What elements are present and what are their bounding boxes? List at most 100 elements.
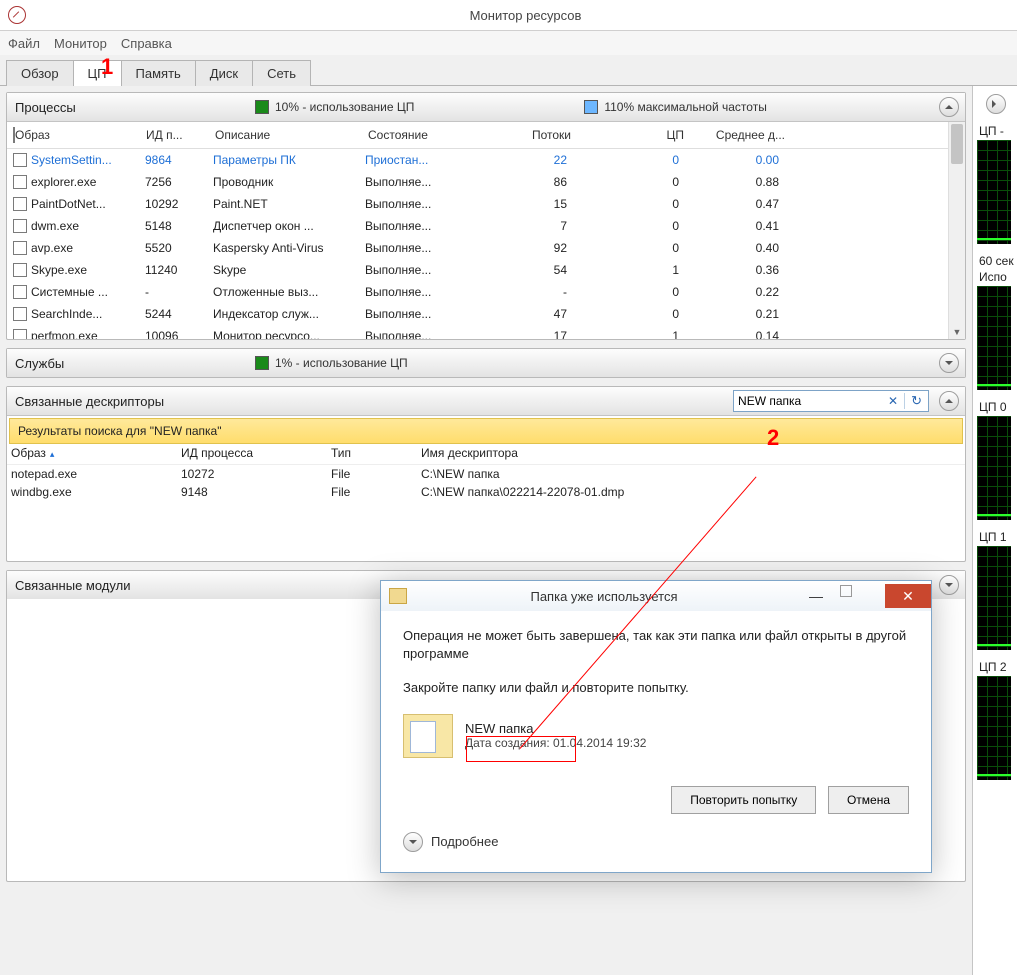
dialog-minimize-button[interactable]: — xyxy=(793,584,839,608)
dialog-message-2: Закройте папку или файл и повторите попы… xyxy=(403,679,909,697)
dialog-folder-name: NEW папка xyxy=(465,721,646,736)
tab-network[interactable]: Сеть xyxy=(252,60,311,86)
col-desc[interactable]: Описание xyxy=(209,122,362,148)
services-collapse-button[interactable] xyxy=(939,353,959,373)
cpu2-graph xyxy=(977,676,1011,780)
search-clear-icon[interactable]: ✕ xyxy=(882,394,904,408)
process-row[interactable]: avp.exe5520Kaspersky Anti-VirusВыполняе.… xyxy=(7,237,948,259)
menu-monitor[interactable]: Монитор xyxy=(54,36,107,51)
dialog-title: Папка уже используется xyxy=(415,589,793,604)
col-pid[interactable]: ИД п... xyxy=(140,122,209,148)
modules-collapse-button[interactable] xyxy=(939,575,959,595)
col-avg[interactable]: Среднее д... xyxy=(691,122,792,148)
row-checkbox[interactable] xyxy=(13,263,27,277)
app-icon xyxy=(8,6,26,24)
col-cpu[interactable]: ЦП xyxy=(578,122,691,148)
handles-search-box: ✕ ↻ xyxy=(733,390,929,412)
dialog-titlebar[interactable]: Папка уже используется — ✕ xyxy=(381,581,931,611)
annotation-highlight-box xyxy=(466,736,576,762)
tabstrip: Обзор ЦП Память Диск Сеть xyxy=(0,55,1017,86)
side-graphs: ЦП - 60 сек Испо ЦП 0 ЦП 1 ЦП 2 xyxy=(972,86,1017,975)
hcol-type[interactable]: Тип xyxy=(331,446,421,460)
processes-header-row: Образ ИД п... Описание Состояние Потоки … xyxy=(7,122,948,149)
dialog-retry-button[interactable]: Повторить попытку xyxy=(671,786,816,814)
row-checkbox[interactable] xyxy=(13,219,27,233)
side-cpu0-label: ЦП 0 xyxy=(979,400,1017,414)
row-checkbox[interactable] xyxy=(13,307,27,321)
col-threads[interactable]: Потоки xyxy=(465,122,578,148)
tab-cpu[interactable]: ЦП xyxy=(73,60,122,86)
handles-search-input[interactable] xyxy=(734,391,882,411)
cpu-usage-label: 10% - использование ЦП xyxy=(275,100,414,114)
process-row[interactable]: dwm.exe5148Диспетчер окон ...Выполняе...… xyxy=(7,215,948,237)
handles-body: notepad.exe10272FileC:\NEW папкаwindbg.e… xyxy=(7,465,965,501)
hcol-pid[interactable]: ИД процесса xyxy=(181,446,331,460)
dialog-cancel-button[interactable]: Отмена xyxy=(828,786,909,814)
processes-panel: Процессы 10% - использование ЦП 110% мак… xyxy=(6,92,966,340)
processes-panel-header[interactable]: Процессы 10% - использование ЦП 110% мак… xyxy=(7,93,965,122)
col-state[interactable]: Состояние xyxy=(362,122,465,148)
resource-monitor-window: Монитор ресурсов Файл Монитор Справка Об… xyxy=(0,0,1017,975)
cpu0-graph xyxy=(977,416,1011,520)
hcol-name[interactable]: Имя дескриптора xyxy=(421,446,961,460)
folder-in-use-dialog: Папка уже используется — ✕ Операция не м… xyxy=(380,580,932,873)
services-cpu-label: 1% - использование ЦП xyxy=(275,356,408,370)
col-image[interactable]: Образ xyxy=(15,128,50,142)
hcol-image[interactable]: Образ xyxy=(11,446,181,460)
process-row[interactable]: perfmon.exe10096Монитор ресурсо...Выполн… xyxy=(7,325,948,339)
handles-collapse-button[interactable] xyxy=(939,391,959,411)
side-usage-label: Испо xyxy=(979,270,1017,284)
handle-row[interactable]: windbg.exe9148FileC:\NEW папка\022214-22… xyxy=(7,483,965,501)
services-title: Службы xyxy=(15,356,255,371)
menu-file[interactable]: Файл xyxy=(8,36,40,51)
processes-title: Процессы xyxy=(15,100,255,115)
dialog-folder-icon xyxy=(389,588,407,604)
cpu-usage-swatch-icon xyxy=(255,100,269,114)
side-cpu2-label: ЦП 2 xyxy=(979,660,1017,674)
tab-memory[interactable]: Память xyxy=(121,60,196,86)
row-checkbox[interactable] xyxy=(13,197,27,211)
handles-results-banner: Результаты поиска для "NEW папка" xyxy=(9,418,963,444)
process-row[interactable]: explorer.exe7256ПроводникВыполняе...8600… xyxy=(7,171,948,193)
dialog-more-toggle[interactable]: Подробнее xyxy=(403,814,909,852)
services-cpu-swatch-icon xyxy=(255,356,269,370)
processes-scrollbar[interactable]: ▲▼ xyxy=(948,122,965,339)
services-panel: Службы 1% - использование ЦП xyxy=(6,348,966,378)
handles-panel: Связанные дескрипторы ✕ ↻ Результаты пои… xyxy=(6,386,966,562)
handles-title: Связанные дескрипторы xyxy=(15,394,255,409)
process-row[interactable]: Системные ...-Отложенные выз...Выполняе.… xyxy=(7,281,948,303)
side-cpu1-label: ЦП 1 xyxy=(979,530,1017,544)
modules-title: Связанные модули xyxy=(15,578,255,593)
dialog-folder-thumb-icon xyxy=(403,714,453,758)
tab-overview[interactable]: Обзор xyxy=(6,60,74,86)
search-refresh-icon[interactable]: ↻ xyxy=(904,393,928,409)
cpu-total-graph xyxy=(977,140,1011,244)
row-checkbox[interactable] xyxy=(13,285,27,299)
titlebar: Монитор ресурсов xyxy=(0,0,1017,31)
process-row[interactable]: SearchInde...5244Индексатор служ...Выпол… xyxy=(7,303,948,325)
process-row[interactable]: Skype.exe11240SkypeВыполняе...5410.36 xyxy=(7,259,948,281)
row-checkbox[interactable] xyxy=(13,153,27,167)
process-row[interactable]: PaintDotNet...10292Paint.NETВыполняе...1… xyxy=(7,193,948,215)
dialog-close-button[interactable]: ✕ xyxy=(885,584,931,608)
services-panel-header[interactable]: Службы 1% - использование ЦП xyxy=(7,349,965,377)
cpu1-graph xyxy=(977,546,1011,650)
cpu-freq-swatch-icon xyxy=(584,100,598,114)
handles-panel-header[interactable]: Связанные дескрипторы ✕ ↻ xyxy=(7,387,965,416)
processes-body: SystemSettin...9864Параметры ПКПриостан.… xyxy=(7,149,948,339)
cpu-service-graph xyxy=(977,286,1011,390)
row-checkbox[interactable] xyxy=(13,241,27,255)
window-title: Монитор ресурсов xyxy=(34,8,1017,23)
tab-disk[interactable]: Диск xyxy=(195,60,253,86)
menubar: Файл Монитор Справка xyxy=(0,31,1017,55)
processes-collapse-button[interactable] xyxy=(939,97,959,117)
process-row[interactable]: SystemSettin...9864Параметры ПКПриостан.… xyxy=(7,149,948,171)
handle-row[interactable]: notepad.exe10272FileC:\NEW папка xyxy=(7,465,965,483)
row-checkbox[interactable] xyxy=(13,329,27,339)
row-checkbox[interactable] xyxy=(13,175,27,189)
handles-header-row: Образ ИД процесса Тип Имя дескриптора xyxy=(7,446,965,465)
dialog-maximize-button[interactable] xyxy=(839,584,885,608)
menu-help[interactable]: Справка xyxy=(121,36,172,51)
side-cpu-total-label: ЦП - xyxy=(979,124,1017,138)
side-expand-button[interactable] xyxy=(986,94,1006,114)
